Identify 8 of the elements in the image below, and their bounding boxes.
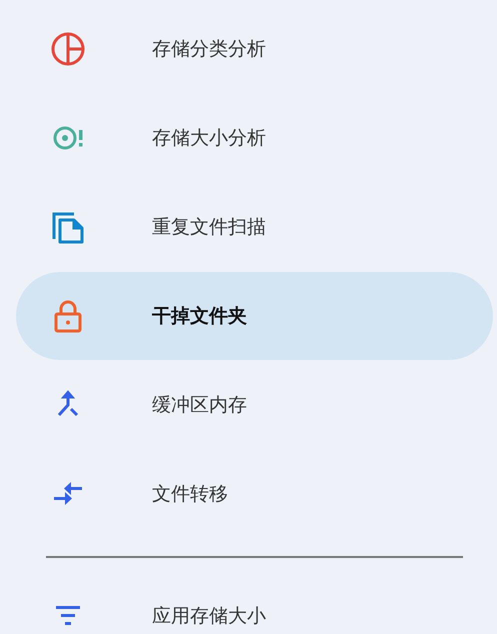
pie-chart-icon <box>50 31 86 67</box>
menu-item[interactable]: 存储分类分析 <box>16 5 493 93</box>
menu-item[interactable]: 文件转移 <box>16 450 493 538</box>
menu-item[interactable]: 应用存储大小 <box>16 572 493 634</box>
menu-item[interactable]: 干掉文件夹 <box>16 272 493 360</box>
menu-item[interactable]: 存储大小分析 <box>16 94 493 182</box>
menu-item[interactable]: 缓冲区内存 <box>16 361 493 449</box>
menu-item[interactable]: 重复文件扫描 <box>16 183 493 271</box>
